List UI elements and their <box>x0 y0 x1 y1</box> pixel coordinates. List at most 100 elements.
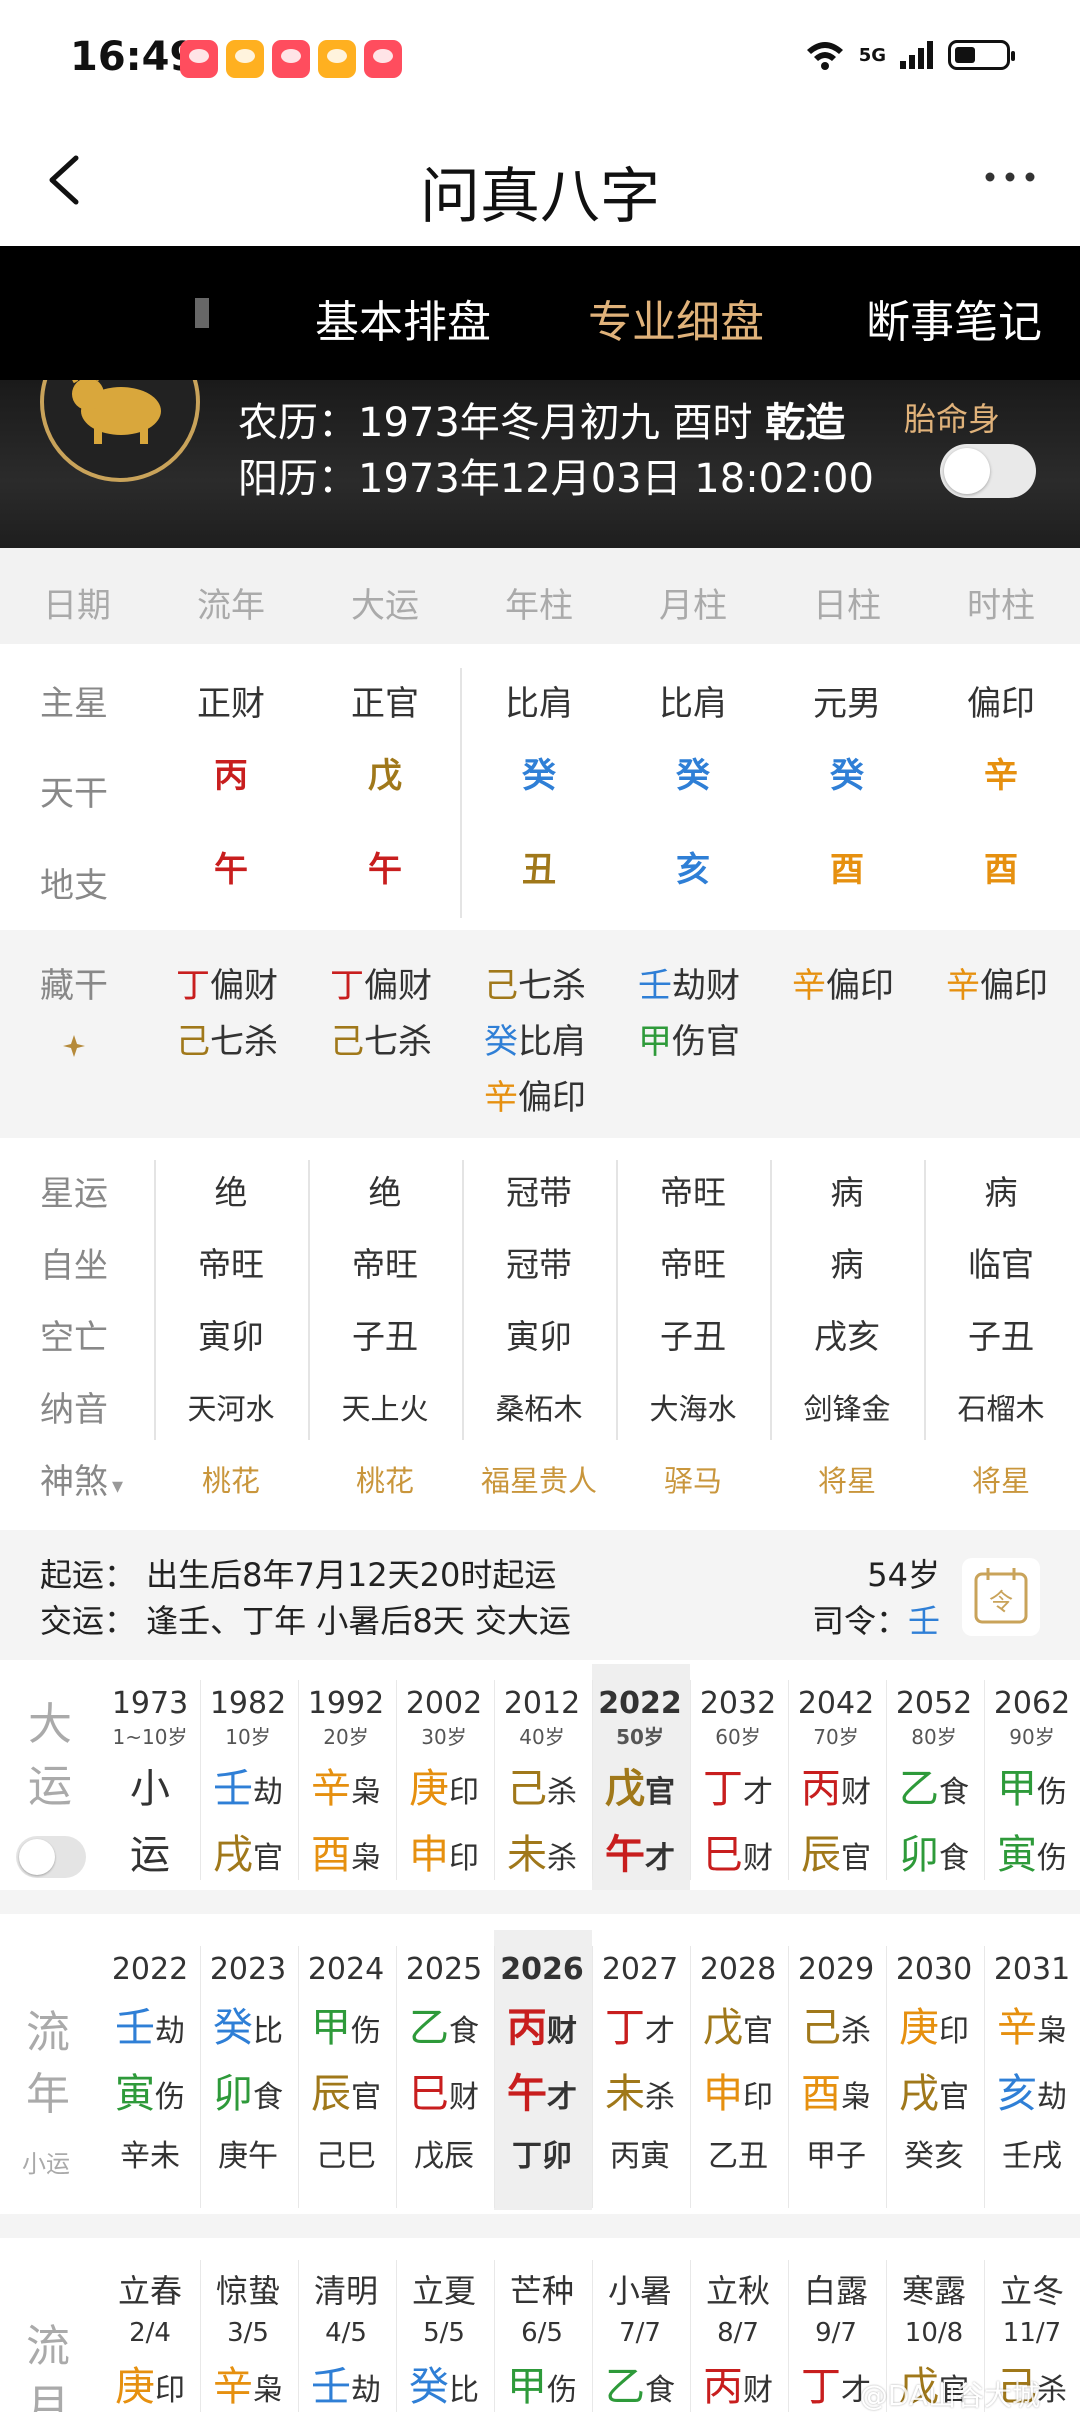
liunian-column[interactable]: 2026 丙财 午才 丁卯 <box>494 1952 590 2175</box>
liunian-column[interactable]: 2030 庚印 戌官 癸亥 <box>886 1952 982 2175</box>
xiaoyun-label: 小运 <box>22 2150 70 2178</box>
divider <box>690 1946 691 2208</box>
liuyue-stem-god: 伤 <box>547 2373 577 2408</box>
app-notification-icon <box>318 40 356 78</box>
solar-term-date: 9/7 <box>815 2318 857 2348</box>
dropdown-arrow-icon[interactable]: ▾ <box>112 1474 123 1499</box>
dayun-stem-god: 印 <box>449 1775 479 1810</box>
taiming-toggle[interactable] <box>940 444 1036 498</box>
dayun-branch: 申 <box>409 1832 449 1878</box>
tab-basic-chart[interactable]: 基本排盘 <box>315 286 491 350</box>
liuyue-stem: 辛 <box>213 2364 253 2410</box>
liuyue-stem-god: 食 <box>645 2373 675 2408</box>
calendar-ling-icon[interactable]: 令 <box>962 1558 1040 1636</box>
dayun-stem: 甲 <box>997 1766 1037 1812</box>
status-bar: 16:49 5G <box>0 0 1080 120</box>
liunian-column[interactable]: 2025 乙食 巳财 戊辰 <box>396 1952 492 2175</box>
liuyue-stem-row: 甲伤 <box>494 2354 590 2412</box>
dayun-column[interactable]: 2052 80岁 乙食 卯食 <box>886 1686 982 1880</box>
liuyue-column[interactable]: 立秋 8/7 丙财 <box>690 2266 786 2412</box>
dayun-stem: 丙 <box>801 1766 841 1812</box>
liunian-stem-god: 才 <box>645 2014 675 2049</box>
liunian-branch: 未 <box>605 2071 645 2117</box>
liunian-column[interactable]: 2028 戊官 申印 乙丑 <box>690 1952 786 2175</box>
canggan-ten-god: 七杀 <box>518 966 586 1006</box>
liuyue-column[interactable]: 芒种 6/5 甲伤 <box>494 2266 590 2412</box>
liunian-label-2: 年 <box>26 2069 70 2120</box>
nayin-value: 石榴木 <box>957 1392 1045 1426</box>
liunian-year: 2025 <box>405 1952 483 1987</box>
liuyue-column[interactable]: 清明 4/5 壬劫 <box>298 2266 394 2412</box>
dayun-stem: 壬 <box>213 1766 253 1812</box>
dayun-age: 50岁 <box>616 1725 664 1749</box>
main-star: 偏印 <box>967 684 1035 724</box>
dayun-age: 80岁 <box>911 1725 957 1749</box>
liuyue-column[interactable]: 惊蛰 3/5 辛枭 <box>200 2266 296 2412</box>
liunian-year: 2031 <box>993 1952 1071 1987</box>
system-icons: 5G <box>805 40 1015 70</box>
dayun-column[interactable]: 1982 10岁 壬劫 戌官 <box>200 1686 296 1880</box>
dayun-branch: 午 <box>605 1832 645 1878</box>
dayun-stem: 小 <box>130 1766 170 1812</box>
liuyue-stem-god: 枭 <box>253 2373 283 2408</box>
liunian-branch-row: 卯食 <box>200 2061 296 2119</box>
dayun-age: 1~10岁 <box>112 1725 188 1749</box>
dayun-branch-god: 杀 <box>547 1841 577 1876</box>
divider <box>616 1160 618 1440</box>
person-icon[interactable] <box>58 1030 90 1062</box>
lunar-date: 农历：1973年冬月初九 酉时 乾造 <box>238 400 846 446</box>
liunian-column[interactable]: 2022 壬劫 寅伤 辛未 <box>102 1952 198 2175</box>
more-icon[interactable] <box>980 162 1040 192</box>
divider <box>984 1680 985 1880</box>
battery-icon <box>948 40 1015 70</box>
dayun-branch: 辰 <box>801 1832 841 1878</box>
main-star: 元男 <box>813 684 881 724</box>
column-header: 年柱 <box>505 586 573 626</box>
divider <box>462 1160 464 1440</box>
dayun-column[interactable]: 2062 90岁 甲伤 寅伤 <box>984 1686 1080 1880</box>
liuyue-column[interactable]: 小暑 7/7 乙食 <box>592 2266 688 2412</box>
dayun-stem-row: 甲伤 <box>984 1756 1080 1814</box>
solar-term-date: 2/4 <box>129 2318 171 2348</box>
liunian-stem-god: 枭 <box>1037 2014 1067 2049</box>
dayun-stem-row: 戊官 <box>592 1756 688 1814</box>
liunian-column[interactable]: 2023 癸比 卯食 庚午 <box>200 1952 296 2175</box>
dayun-column[interactable]: 1992 20岁 辛枭 酉枭 <box>298 1686 394 1880</box>
divider <box>200 1680 201 1880</box>
tab-notes[interactable]: 断事笔记 <box>866 286 1042 350</box>
solar-term-date: 4/5 <box>325 2318 367 2348</box>
dayun-branch: 巳 <box>703 1832 743 1878</box>
main-star: 正官 <box>351 684 419 724</box>
tiangan-char: 辛 <box>984 756 1018 796</box>
liunian-branch-row: 亥劫 <box>984 2061 1080 2119</box>
liunian-column[interactable]: 2024 甲伤 辰官 己巳 <box>298 1952 394 2175</box>
liuyue-stem-row: 乙食 <box>592 2354 688 2412</box>
dayun-column[interactable]: 2042 70岁 丙财 辰官 <box>788 1686 884 1880</box>
dayun-toggle[interactable] <box>16 1836 86 1878</box>
tab-professional-chart[interactable]: 专业细盘 <box>588 286 764 350</box>
dayun-column[interactable]: 2032 60岁 丁才 巳财 <box>690 1686 786 1880</box>
liuyue-stem-god: 劫 <box>351 2373 381 2408</box>
liunian-stem: 癸 <box>213 2005 253 2051</box>
liunian-column[interactable]: 2027 丁才 未杀 丙寅 <box>592 1952 688 2175</box>
liunian-branch: 酉 <box>801 2071 841 2117</box>
dayun-column[interactable]: 2002 30岁 庚印 申印 <box>396 1686 492 1880</box>
canggan-ten-god: 偏印 <box>518 1078 586 1118</box>
dayun-column[interactable]: 1973 1~10岁小运 <box>102 1686 198 1880</box>
dayun-column[interactable]: 2012 40岁 己杀 未杀 <box>494 1686 590 1880</box>
liunian-column[interactable]: 2031 辛枭 亥劫 壬戌 <box>984 1952 1080 2175</box>
liunian-column[interactable]: 2029 己杀 酉枭 甲子 <box>788 1952 884 2175</box>
liuyue-column[interactable]: 立夏 5/5 癸比 <box>396 2266 492 2412</box>
dayun-stem-god: 伤 <box>1037 1775 1067 1810</box>
divider <box>770 1160 772 1440</box>
solar-term: 清明 <box>313 2272 378 2310</box>
liuyue-column[interactable]: 立春 2/4 庚印 <box>102 2266 198 2412</box>
solar-term: 立夏 <box>411 2272 476 2310</box>
liunian-stem-god: 劫 <box>155 2014 185 2049</box>
row-label-shensha[interactable]: 神煞 ▾ <box>40 1454 123 1503</box>
dayun-age: 30岁 <box>421 1725 467 1749</box>
dayun-column[interactable]: 2022 50岁 戊官 午才 <box>592 1686 688 1880</box>
tiangan-char: 戊 <box>368 756 402 796</box>
canggan-stem: 己 <box>330 1022 364 1062</box>
tab-bar: 基本排盘 专业细盘 断事笔记 <box>0 246 1080 380</box>
